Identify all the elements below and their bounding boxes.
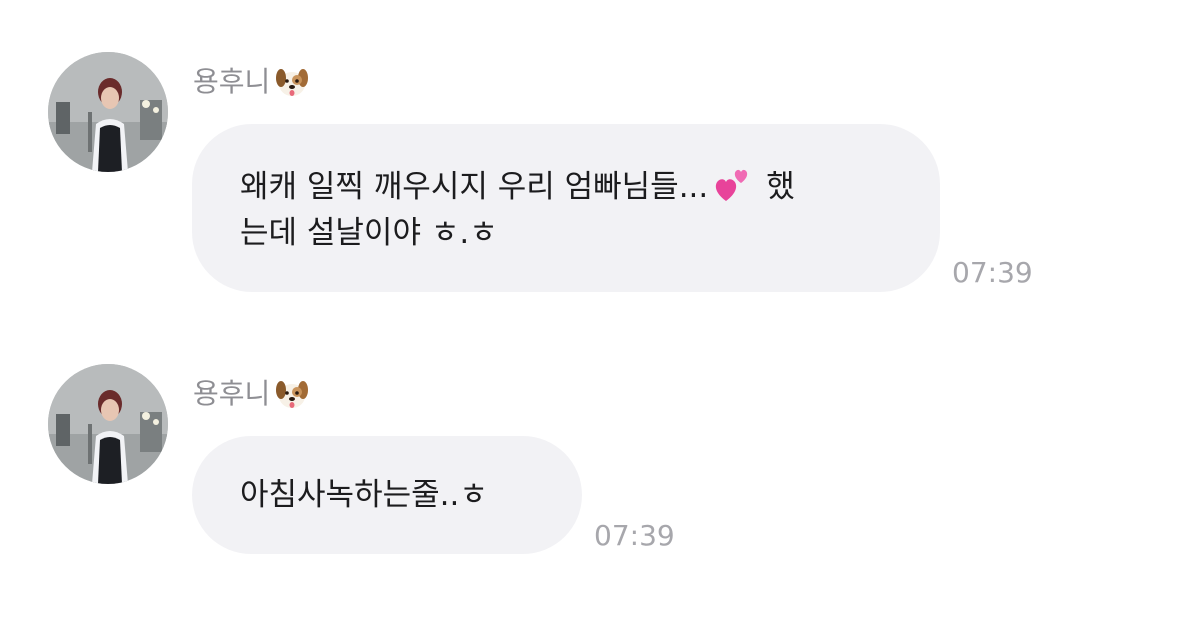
sender-name: 용후니	[193, 376, 310, 412]
message-text: 아침사녹하는줄..ㅎ	[240, 477, 488, 513]
avatar-photo	[48, 364, 168, 484]
chat-thread: 용후니 왜캐 일찍 깨우시지 우리 엄빠님들... 했는데 설날이야 ㅎ.ㅎ 0…	[0, 0, 1179, 627]
message-timestamp: 07:39	[594, 519, 675, 552]
avatar-photo	[48, 52, 168, 172]
message-timestamp: 07:39	[952, 256, 1033, 289]
dog-face-icon	[276, 381, 309, 408]
message-bubble[interactable]: 왜캐 일찍 깨우시지 우리 엄빠님들... 했는데 설날이야 ㅎ.ㅎ	[192, 124, 940, 292]
message-text-line1: 왜캐 일찍 깨우시지 우리 엄빠님들...	[240, 169, 709, 205]
sender-name-text: 용후니	[193, 65, 271, 98]
message-text: 왜캐 일찍 깨우시지 우리 엄빠님들... 했는데 설날이야 ㅎ.ㅎ	[240, 164, 892, 256]
avatar[interactable]	[48, 52, 168, 172]
message-text-line1-end: 했	[766, 169, 795, 205]
message-bubble[interactable]: 아침사녹하는줄..ㅎ	[192, 436, 582, 554]
two-hearts-icon	[716, 169, 748, 201]
sender-name: 용후니	[193, 64, 310, 100]
dog-face-icon	[276, 69, 309, 96]
sender-name-text: 용후니	[193, 377, 271, 410]
avatar[interactable]	[48, 364, 168, 484]
message-text-line2: 는데 설날이야 ㅎ.ㅎ	[240, 215, 498, 251]
